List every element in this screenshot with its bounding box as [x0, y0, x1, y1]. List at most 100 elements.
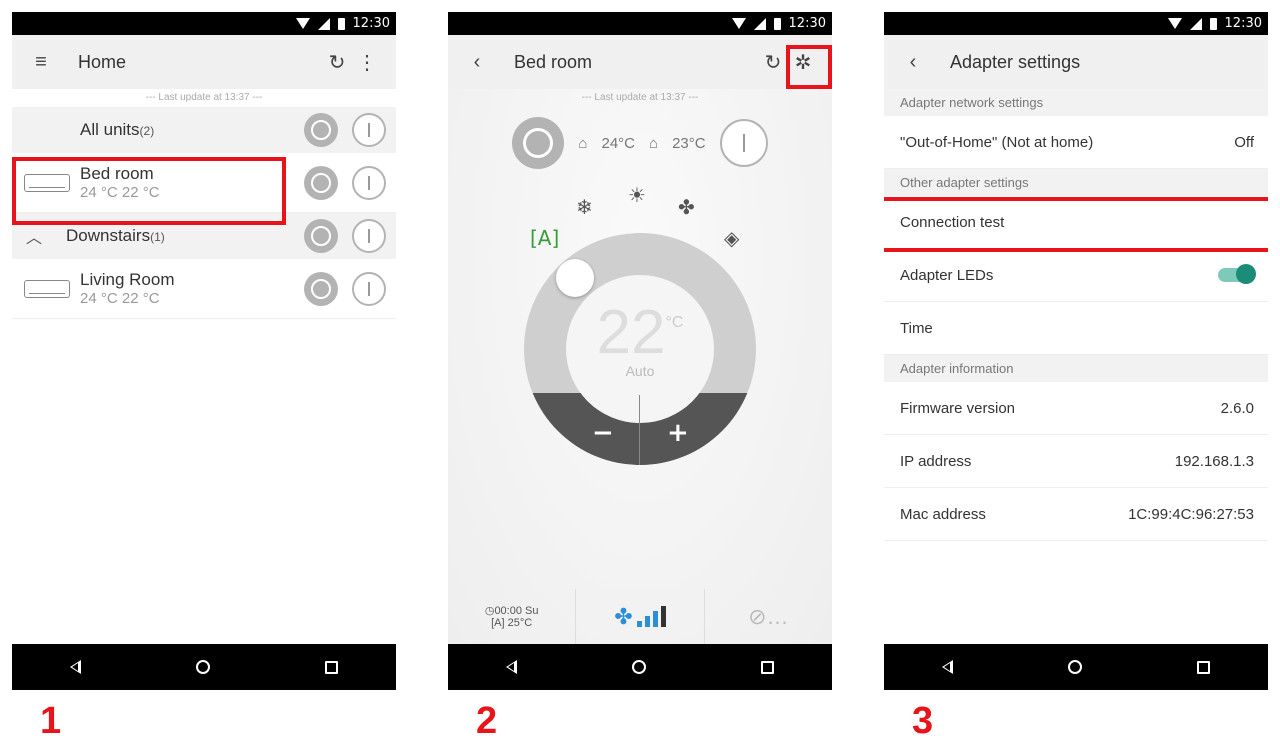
- heat-mode-icon[interactable]: ☀: [628, 183, 646, 207]
- group-name: All units: [80, 120, 140, 139]
- status-bar: 12:30: [884, 12, 1268, 35]
- group-row-all-units[interactable]: All units(2): [12, 107, 396, 153]
- adapter-leds-toggle[interactable]: [1218, 264, 1256, 284]
- cool-mode-icon[interactable]: ❄: [576, 195, 593, 219]
- nav-bar: [884, 644, 1268, 690]
- decrease-temp-button[interactable]: −: [592, 418, 614, 448]
- presence-disabled-icon: ⊘…: [748, 603, 789, 629]
- step-number-3: 3: [912, 700, 934, 742]
- signal-icon: [753, 17, 766, 30]
- back-icon[interactable]: ‹: [462, 51, 492, 74]
- power-on-button[interactable]: [352, 165, 386, 200]
- fan-level-bar: [644, 616, 650, 627]
- mac-address-row: Mac address 1C:99:4C:96:27:53: [884, 488, 1268, 541]
- nav-bar: [12, 644, 396, 690]
- power-off-button[interactable]: [304, 165, 338, 200]
- auto-mode-small-icon: [A]: [491, 617, 508, 629]
- mac-address-label: Mac address: [900, 505, 986, 523]
- dial-handle[interactable]: [556, 259, 594, 297]
- home-nav-icon[interactable]: [1067, 660, 1082, 674]
- fan-level-bars: [636, 606, 666, 627]
- fan-level-bar: [652, 611, 658, 627]
- presence-area[interactable]: ⊘…: [705, 589, 832, 644]
- unit-row-living-room[interactable]: Living Room 24 °C 22 °C: [12, 259, 396, 319]
- set-temperature-unit: °C: [665, 314, 684, 331]
- unit-temps: 24 °C 22 °C: [80, 290, 160, 307]
- mac-address-value: 1C:99:4C:96:27:53: [1128, 505, 1254, 523]
- power-off-button[interactable]: [304, 219, 338, 253]
- wifi-icon: [731, 18, 746, 29]
- power-off-button[interactable]: [304, 113, 338, 147]
- unit-name: Living Room: [80, 270, 175, 289]
- recents-nav-icon[interactable]: [761, 660, 775, 674]
- menu-icon[interactable]: ≡: [26, 51, 56, 74]
- time-row[interactable]: Time: [884, 302, 1268, 355]
- back-nav-icon[interactable]: [69, 660, 81, 674]
- timer-area[interactable]: ◷00:00 Su [A] 25°C: [448, 589, 577, 644]
- dry-mode-icon[interactable]: ◈: [724, 226, 739, 250]
- unit-control-panel: --- Last update at 13:37 --- ⌂ 24°C ⌂ 23…: [448, 89, 832, 644]
- ip-address-row: IP address 192.168.1.3: [884, 435, 1268, 488]
- fan-mode-icon[interactable]: ✤: [678, 195, 695, 219]
- phone-home-screen: 12:30 ≡ Home ↻ ⋮ --- Last update at 13:3…: [12, 12, 396, 690]
- power-on-button[interactable]: [352, 113, 386, 147]
- section-header: Adapter network settings: [884, 89, 1268, 116]
- fan-level-bar: [636, 621, 642, 627]
- power-off-button[interactable]: [512, 117, 565, 169]
- back-nav-icon[interactable]: [505, 660, 517, 674]
- highlight-box: [786, 45, 832, 89]
- app-bar: ≡ Home ↻ ⋮: [12, 35, 396, 89]
- phone-unit-screen: 12:30 ‹ Bed room ↻ ✲ --- Last update at …: [448, 12, 832, 690]
- increase-temp-button[interactable]: +: [667, 418, 689, 448]
- home-nav-icon[interactable]: [631, 660, 646, 674]
- last-update-text: --- Last update at 13:37 ---: [581, 92, 699, 103]
- refresh-icon[interactable]: ↻: [758, 50, 788, 75]
- firmware-row: Firmware version 2.6.0: [884, 382, 1268, 435]
- firmware-label: Firmware version: [900, 399, 1016, 417]
- power-off-button[interactable]: [304, 271, 338, 306]
- out-of-home-value: Off: [1234, 133, 1254, 151]
- status-time: 12:30: [352, 16, 390, 31]
- highlight-box: [884, 197, 1268, 252]
- recents-nav-icon[interactable]: [1197, 660, 1211, 674]
- fan-speed-area[interactable]: ✤: [576, 589, 705, 644]
- page-title: Home: [78, 51, 127, 72]
- power-on-button[interactable]: [352, 219, 386, 253]
- section-header: Adapter information: [884, 355, 1268, 382]
- ip-address-value: 192.168.1.3: [1174, 452, 1254, 470]
- section-header: Other adapter settings: [884, 169, 1268, 196]
- back-icon[interactable]: ‹: [898, 51, 928, 74]
- phone-adapter-settings-screen: 12:30 ‹ Adapter settings Adapter network…: [884, 12, 1268, 690]
- group-count: (2): [139, 124, 155, 138]
- more-options-icon[interactable]: ⋮: [352, 50, 382, 75]
- recents-nav-icon[interactable]: [325, 660, 339, 674]
- wifi-icon: [1167, 18, 1182, 29]
- adapter-leds-row: Adapter LEDs: [884, 249, 1268, 302]
- power-on-button[interactable]: [719, 119, 768, 167]
- auto-mode-icon[interactable]: [A]: [530, 226, 559, 250]
- highlight-box: [12, 157, 286, 225]
- set-temperature: 22: [596, 298, 666, 367]
- indoor-temp-icon: ⌂: [578, 134, 588, 152]
- battery-icon: [337, 17, 345, 30]
- outdoor-temp-icon: ⌂: [649, 134, 659, 152]
- mode-label: Auto: [625, 363, 655, 379]
- status-time: 12:30: [788, 16, 826, 31]
- refresh-icon[interactable]: ↻: [322, 50, 352, 75]
- nav-bar: [448, 644, 832, 690]
- home-nav-icon[interactable]: [195, 660, 210, 674]
- indoor-temp: 24°C: [601, 134, 635, 152]
- clock-icon: ◷: [484, 605, 495, 617]
- current-status: ⌂ 24°C ⌂ 23°C: [448, 117, 832, 169]
- app-bar: ‹ Bed room ↻ ✲: [448, 35, 832, 89]
- air-conditioner-icon: [24, 279, 70, 298]
- ip-address-label: IP address: [900, 452, 972, 470]
- out-of-home-row[interactable]: "Out-of-Home" (Not at home) Off: [884, 116, 1268, 169]
- group-count: (1): [150, 230, 165, 244]
- signal-icon: [1189, 17, 1202, 30]
- page-title: Bed room: [514, 51, 593, 72]
- chevron-up-icon[interactable]: ︿: [26, 224, 66, 248]
- bottom-strip: ◷00:00 Su [A] 25°C ✤ ⊘…: [448, 589, 832, 644]
- power-on-button[interactable]: [352, 271, 386, 306]
- back-nav-icon[interactable]: [941, 660, 953, 674]
